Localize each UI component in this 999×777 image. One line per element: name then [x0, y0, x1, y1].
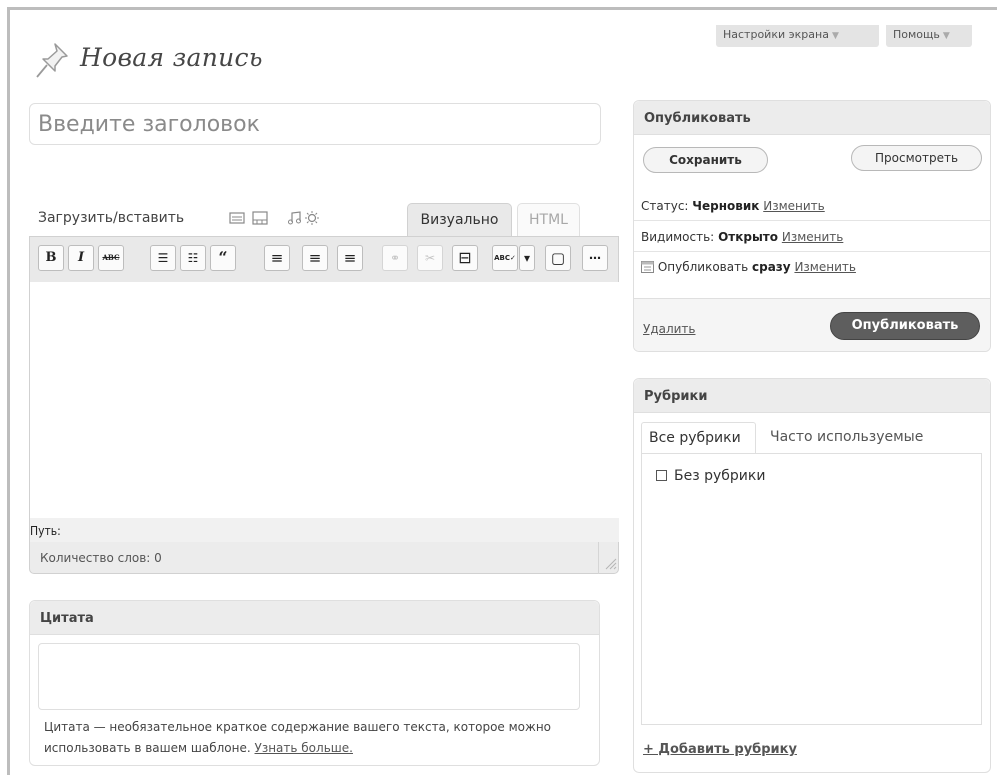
audio-icon[interactable] — [287, 211, 303, 225]
tab-visual[interactable]: Визуально — [407, 203, 512, 236]
help-label: Помощь — [893, 28, 940, 41]
visibility-row: Видимость: Открыто Изменить — [634, 230, 990, 244]
image-icon[interactable] — [229, 211, 245, 225]
kitchen-sink-button[interactable]: ⋯ — [582, 245, 608, 271]
excerpt-help-text: Цитата — необязательное краткое содержан… — [44, 717, 584, 759]
tab-popular-categories[interactable]: Часто используемые — [770, 429, 923, 445]
strikethrough-button[interactable]: ABC — [98, 245, 124, 271]
calendar-icon — [641, 261, 654, 273]
categories-list: Без рубрики — [641, 453, 982, 725]
screen-options-label: Настройки экрана — [723, 28, 829, 41]
resize-handle-icon[interactable] — [603, 556, 617, 570]
video-icon[interactable] — [252, 211, 268, 225]
status-value: Черновик — [692, 199, 760, 213]
blockquote-icon: “ — [218, 248, 228, 267]
categories-box: Рубрики Все рубрики Часто используемые Б… — [633, 378, 991, 773]
bullet-list-button[interactable]: ☰ — [150, 245, 176, 271]
kitchen-sink-icon: ⋯ — [589, 251, 601, 265]
save-draft-button[interactable]: Сохранить — [643, 147, 768, 173]
editor-path-bar: Путь: — [29, 518, 619, 542]
spellcheck-icon: ABC✓ — [494, 254, 516, 262]
excerpt-box: Цитата Цитата — необязательное краткое с… — [29, 600, 600, 766]
numbered-list-button[interactable]: ☷ — [180, 245, 206, 271]
editor-toolbar: B I ABC ☰ ☷ “ ≡ ≡ ≡ ⚭ ✂ ⊟ ABC✓ ▾ ▢ ⋯ — [29, 236, 619, 282]
align-right-button[interactable]: ≡ — [337, 245, 363, 271]
publish-button[interactable]: Опубликовать — [830, 312, 980, 340]
edit-visibility-link[interactable]: Изменить — [782, 230, 844, 244]
excerpt-textarea[interactable] — [38, 643, 580, 710]
spellcheck-button[interactable]: ABC✓ — [492, 245, 518, 271]
divider — [634, 220, 990, 221]
upload-insert-label: Загрузить/вставить — [38, 210, 185, 226]
publish-footer: Удалить Опубликовать — [634, 298, 990, 351]
blockquote-button[interactable]: “ — [210, 245, 236, 271]
tab-all-categories[interactable]: Все рубрики — [641, 422, 756, 454]
divider — [634, 251, 990, 252]
align-center-button[interactable]: ≡ — [302, 245, 328, 271]
tab-html[interactable]: HTML — [517, 203, 580, 236]
align-left-button[interactable]: ≡ — [264, 245, 290, 271]
italic-button[interactable]: I — [68, 245, 94, 271]
more-tag-button[interactable]: ⊟ — [452, 245, 478, 271]
chevron-down-icon: ▾ — [523, 251, 531, 265]
bold-icon: B — [45, 250, 57, 265]
edit-schedule-link[interactable]: Изменить — [794, 260, 856, 274]
bullet-list-icon: ☰ — [157, 251, 169, 265]
chevron-down-icon: ▼ — [831, 31, 839, 41]
preview-button[interactable]: Просмотреть — [851, 145, 982, 171]
post-title-input[interactable] — [29, 103, 601, 145]
add-category-link[interactable]: + Добавить рубрику — [643, 742, 797, 757]
delete-link[interactable]: Удалить — [643, 322, 696, 336]
fullscreen-icon: ▢ — [550, 249, 566, 267]
media-gallery-icon[interactable] — [304, 211, 320, 225]
list-item[interactable]: Без рубрики — [656, 468, 765, 484]
strikethrough-icon: ABC — [102, 253, 120, 262]
italic-icon: I — [77, 250, 85, 265]
screen-options-button[interactable]: Настройки экрана ▼ — [716, 25, 879, 47]
insert-link-button[interactable]: ⚭ — [382, 245, 408, 271]
align-right-icon: ≡ — [343, 249, 357, 267]
pushpin-icon — [36, 43, 68, 78]
align-center-icon: ≡ — [308, 249, 322, 267]
edit-status-link[interactable]: Изменить — [763, 199, 825, 213]
category-label: Без рубрики — [674, 468, 766, 484]
spellcheck-dropdown-button[interactable]: ▾ — [519, 245, 535, 271]
bold-button[interactable]: B — [38, 245, 64, 271]
help-button[interactable]: Помощь ▼ — [886, 25, 972, 47]
visibility-value: Открыто — [718, 230, 779, 244]
status-label: Статус: — [641, 199, 689, 213]
schedule-label: Опубликовать — [657, 260, 749, 274]
align-left-icon: ≡ — [270, 249, 284, 267]
chevron-down-icon: ▼ — [942, 31, 950, 41]
schedule-row: Опубликовать сразу Изменить — [634, 260, 990, 274]
fullscreen-button[interactable]: ▢ — [545, 245, 571, 271]
more-tag-icon: ⊟ — [458, 248, 472, 267]
word-count: Количество слов: 0 — [29, 542, 619, 574]
category-checkbox[interactable] — [656, 470, 667, 481]
page-title: Новая запись — [80, 43, 263, 72]
editor-content-area[interactable] — [29, 282, 619, 518]
visibility-label: Видимость: — [641, 230, 715, 244]
publish-box: Опубликовать Сохранить Просмотреть Стату… — [633, 100, 991, 352]
learn-more-link[interactable]: Узнать больше. — [255, 741, 353, 755]
publish-box-title[interactable]: Опубликовать — [634, 101, 990, 135]
status-row: Статус: Черновик Изменить — [634, 199, 990, 213]
categories-title[interactable]: Рубрики — [634, 379, 990, 413]
numbered-list-icon: ☷ — [187, 251, 199, 265]
unlink-icon: ✂ — [424, 251, 436, 265]
remove-link-button[interactable]: ✂ — [417, 245, 443, 271]
divider — [598, 542, 599, 574]
schedule-value: сразу — [752, 260, 791, 274]
excerpt-title[interactable]: Цитата — [30, 601, 599, 635]
link-icon: ⚭ — [389, 251, 401, 265]
